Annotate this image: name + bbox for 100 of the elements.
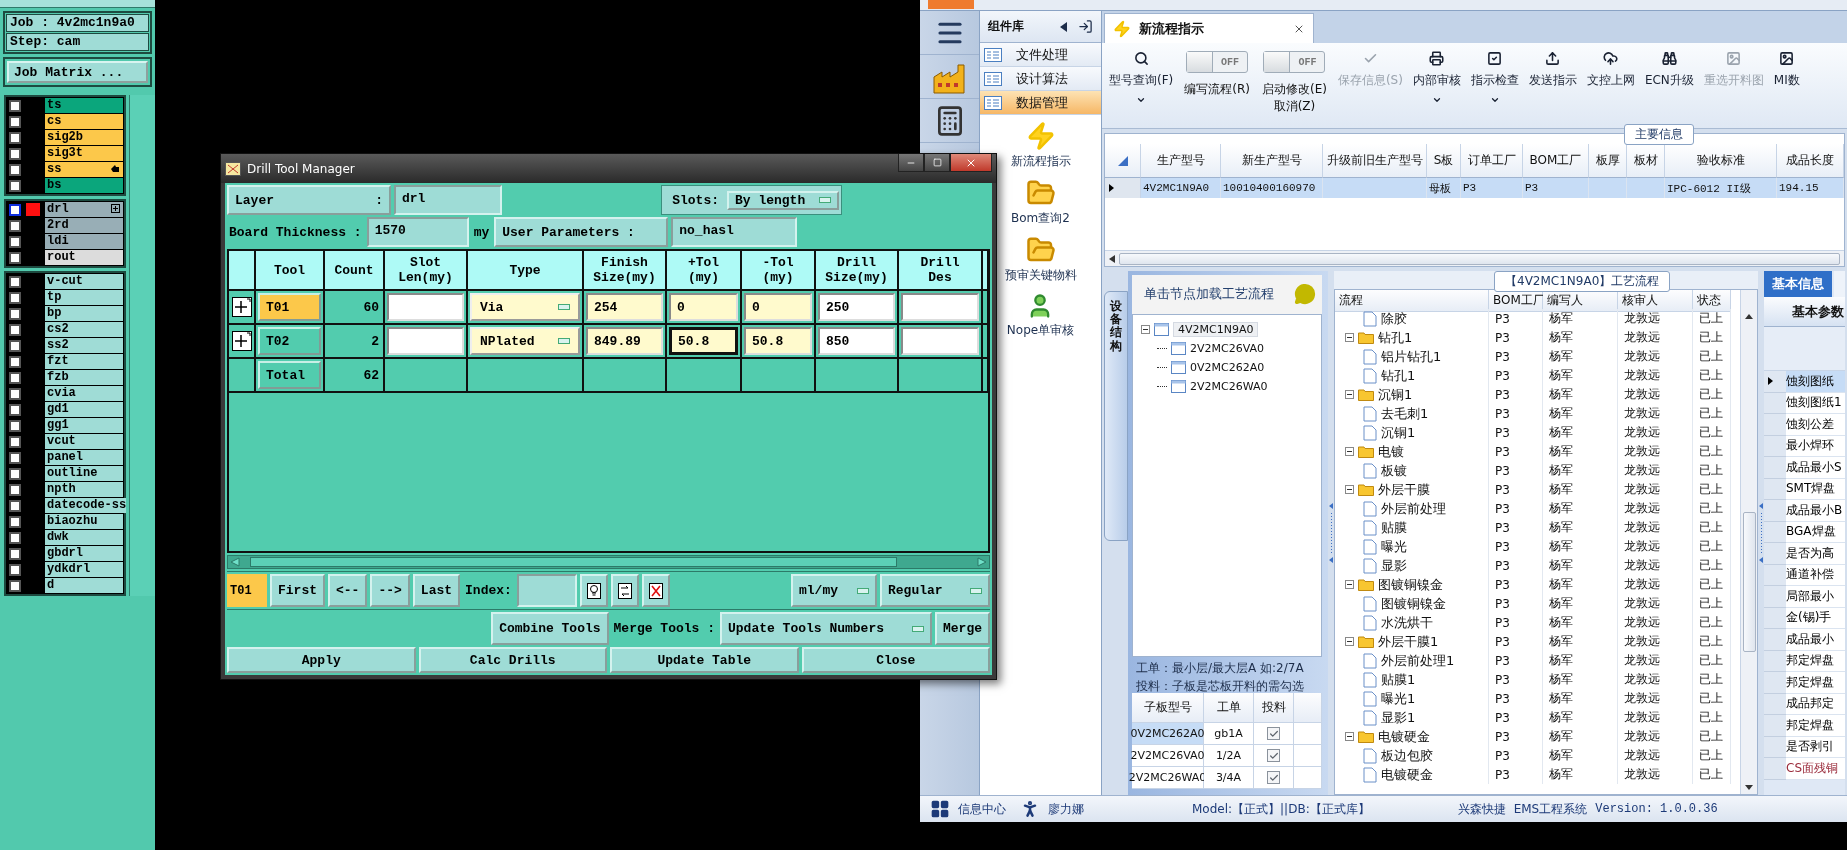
layer-checkbox[interactable]: [9, 219, 21, 232]
layer-field[interactable]: drl: [394, 185, 502, 215]
flow-step-name[interactable]: 图镀铜镍金: [1378, 575, 1443, 594]
flow-step-name[interactable]: 沉铜1: [1378, 385, 1413, 404]
layer-name[interactable]: npth: [45, 482, 123, 497]
plus-tolerance-field[interactable]: 0: [669, 293, 738, 321]
layer-name[interactable]: cs: [45, 114, 123, 129]
toolbar-button[interactable]: 内部审核: [1409, 47, 1464, 109]
layer-checkbox[interactable]: [9, 251, 21, 264]
tool-button[interactable]: T02: [258, 327, 321, 355]
layer-checkbox[interactable]: [9, 203, 21, 216]
layer-name[interactable]: tp: [45, 290, 123, 305]
layer-checkbox[interactable]: [9, 99, 21, 112]
flow-step-name[interactable]: 板边包胶: [1381, 746, 1433, 765]
splitter-handle-icon[interactable]: [1328, 503, 1334, 563]
user-parameters-field[interactable]: no_hasl: [671, 217, 798, 247]
collapse-icon[interactable]: [1345, 580, 1354, 589]
layer-name[interactable]: v-cut: [45, 274, 123, 289]
layer-name[interactable]: biaozhu: [45, 514, 123, 529]
next-button[interactable]: -->: [370, 574, 410, 607]
thickness-field[interactable]: 1570: [366, 217, 469, 247]
last-button[interactable]: Last: [412, 574, 461, 607]
layer-checkbox[interactable]: [9, 147, 21, 160]
toolbar-button[interactable]: MI数: [1770, 47, 1803, 93]
layer-name[interactable]: ldi: [45, 234, 123, 249]
layer-checkbox[interactable]: [9, 163, 21, 176]
sub-tab[interactable]: 基本参数: [1764, 297, 1845, 327]
tree-node[interactable]: 0V2MC262A0: [1190, 360, 1265, 374]
column-header[interactable]: 流程: [1335, 290, 1489, 312]
flow-step-name[interactable]: 电镀硬金: [1378, 727, 1430, 746]
minus-tolerance-field[interactable]: 50.8: [744, 327, 812, 355]
layer-name[interactable]: fzt: [45, 354, 123, 369]
maximize-button[interactable]: [924, 154, 950, 172]
layer-name[interactable]: ss2: [45, 338, 123, 353]
action-button[interactable]: Calc Drills: [418, 647, 607, 673]
layer-name[interactable]: gg1: [45, 418, 123, 433]
merge-mode-dropdown[interactable]: Update Tools Numbers: [720, 612, 932, 645]
mode-dropdown[interactable]: Regular: [880, 574, 990, 607]
scroll-down-icon[interactable]: [1745, 785, 1753, 790]
library-item[interactable]: 文件处理: [980, 43, 1101, 67]
flow-step-name[interactable]: 显影1: [1381, 708, 1416, 727]
checkbox[interactable]: [1267, 771, 1280, 784]
layer-checkbox[interactable]: [9, 451, 21, 464]
column-header[interactable]: 新生产型号: [1221, 144, 1323, 178]
toolbar-button[interactable]: 型号查询(F): [1106, 47, 1177, 109]
flow-step-name[interactable]: 电镀: [1378, 442, 1404, 461]
layer-checkbox[interactable]: [9, 371, 21, 384]
bulb-button[interactable]: [579, 574, 608, 607]
scroll-right-icon[interactable]: [977, 557, 987, 567]
flow-step-name[interactable]: 外层前处理1: [1381, 651, 1455, 670]
layer-checkbox[interactable]: [9, 419, 21, 432]
layer-checkbox[interactable]: [9, 499, 21, 512]
scroll-left-icon[interactable]: [1109, 254, 1115, 263]
layer-checkbox[interactable]: [9, 355, 21, 368]
drill-description-field[interactable]: [901, 293, 979, 321]
flow-step-name[interactable]: 钻孔1: [1381, 366, 1416, 385]
type-dropdown[interactable]: NPlated: [470, 327, 580, 355]
tree-node[interactable]: 2V2MC26VA0: [1190, 341, 1265, 355]
layer-checkbox[interactable]: [9, 387, 21, 400]
flow-step-name[interactable]: 曝光1: [1381, 689, 1416, 708]
column-header[interactable]: BOM工厂: [1523, 144, 1589, 178]
column-header[interactable]: 板材: [1627, 144, 1665, 178]
layer-name[interactable]: cs2: [45, 322, 123, 337]
column-header[interactable]: 生产型号: [1141, 144, 1221, 178]
tree-node[interactable]: 2V2MC26WA0: [1190, 379, 1268, 393]
side-tab[interactable]: 设备结构: [1104, 291, 1128, 541]
collapse-left-icon[interactable]: [1060, 21, 1068, 32]
drill-description-field[interactable]: [901, 327, 979, 355]
tool-tile[interactable]: Bom查询2: [1009, 176, 1072, 229]
layer-name[interactable]: ts: [45, 98, 123, 113]
minus-tolerance-field[interactable]: 0: [744, 293, 812, 321]
layer-checkbox[interactable]: [9, 483, 21, 496]
close-button[interactable]: [950, 154, 992, 172]
layer-name[interactable]: rout: [45, 250, 123, 265]
flow-step-name[interactable]: 贴膜: [1381, 518, 1407, 537]
plus-tolerance-field[interactable]: 50.8: [669, 327, 738, 355]
collapse-icon[interactable]: [1345, 485, 1354, 494]
row-header[interactable]: [1105, 178, 1141, 198]
finish-size-field[interactable]: 254: [586, 293, 663, 321]
layer-name[interactable]: ss: [45, 162, 123, 177]
flow-step-name[interactable]: 图镀铜镍金: [1381, 594, 1446, 613]
layer-name[interactable]: d: [45, 578, 123, 593]
layer-name[interactable]: gbdrl: [45, 546, 123, 561]
user-parameters-button[interactable]: User Parameters :: [494, 217, 669, 247]
action-button[interactable]: Update Table: [610, 647, 799, 673]
tool-tile[interactable]: Nope单审核: [1004, 290, 1077, 341]
scroll-up-icon[interactable]: [1745, 314, 1753, 319]
job-matrix-button[interactable]: Job Matrix ...: [7, 61, 148, 83]
action-button[interactable]: Close: [801, 647, 990, 673]
column-header[interactable]: 板厚: [1589, 144, 1627, 178]
toggle-switch[interactable]: OFF: [1263, 51, 1326, 73]
collapse-icon[interactable]: [1345, 333, 1354, 342]
column-header[interactable]: 订单工厂: [1461, 144, 1523, 178]
layer-checkbox[interactable]: [9, 531, 21, 544]
action-button[interactable]: Apply: [227, 647, 416, 673]
flow-step-name[interactable]: 板镀: [1381, 461, 1407, 480]
column-header[interactable]: 成品长度: [1777, 144, 1844, 178]
layer-name[interactable]: dwk: [45, 530, 123, 545]
layer-checkbox[interactable]: [9, 115, 21, 128]
slot-length-field[interactable]: [387, 293, 464, 321]
